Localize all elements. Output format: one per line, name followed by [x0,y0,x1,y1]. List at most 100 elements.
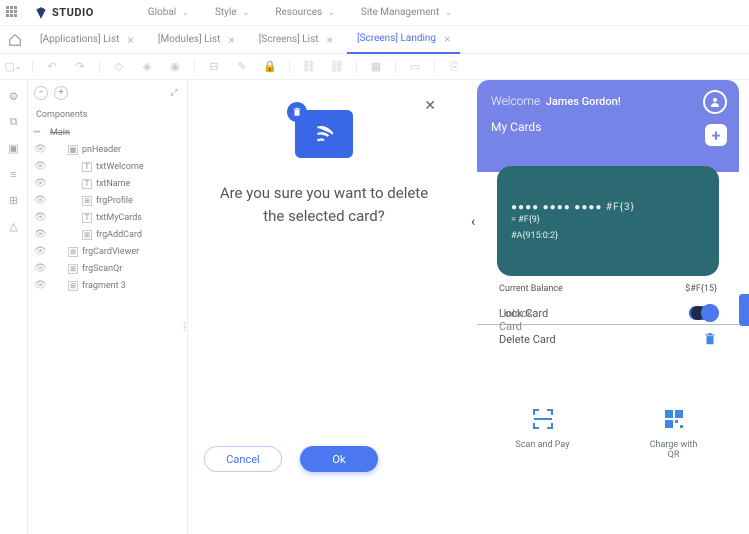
quick-actions: Scan and Pay Charge with QR [477,407,739,460]
toolbar: ▢⌄ ↶ ↷ ◇ ◈ ◉ ⊟ ✎ 🔒 ⛓ ⛓ ▦ ▭ ⎘ [0,54,749,80]
delete-card-label: Delete Card [499,333,556,346]
logo-icon [34,6,48,20]
add-card-button[interactable]: + [705,124,727,146]
menu-resources[interactable]: Resources⌄ [275,7,335,18]
trash-badge-icon [287,102,307,122]
chevron-down-icon: ⌄ [182,8,189,17]
tree-node[interactable]: 👁▦pnHeader [28,141,187,158]
cancel-button[interactable]: Cancel [204,446,282,472]
balance-row: Current Balance $#F{15} [477,276,739,300]
card-carousel: ‹ › ●●●● ●●●● ●●●● #F{3} = #F{9} #A{915:… [477,166,739,276]
app-grip-icon[interactable] [6,6,20,20]
tool-1[interactable]: ◇ [110,58,128,76]
quick-charge-qr[interactable]: Charge with QR [644,407,704,460]
tree-node[interactable]: 👁⊞frgProfile [28,192,187,209]
fullscreen-icon[interactable]: ⤢ [167,86,181,100]
visibility-icon[interactable]: 👁 [34,263,46,274]
node-label: frgProfile [96,196,133,206]
tree-node[interactable]: 👁 ⊞ frgScanQr [28,260,187,277]
profile-avatar[interactable] [703,90,727,114]
carousel-prev[interactable]: ‹ [471,214,475,230]
close-icon[interactable]: × [444,32,450,46]
tab-screens-list[interactable]: [Screens] List× [249,26,343,54]
undo-button[interactable]: ↶ [43,58,61,76]
visibility-icon[interactable]: ━ [34,127,46,138]
visibility-icon[interactable]: 👁 [34,212,46,223]
warnings-icon[interactable]: △ [6,218,22,234]
tool-3[interactable]: ◉ [166,58,184,76]
copy-button[interactable]: ⎘ [445,58,463,76]
tool-2[interactable]: ◈ [138,58,156,76]
delete-button[interactable]: ▭ [406,58,424,76]
ok-button[interactable]: Ok [300,446,378,472]
node-type-icon: T [82,213,92,223]
components-icon[interactable]: ▣ [6,140,22,156]
menu-site-management[interactable]: Site Management⌄ [361,7,452,18]
visibility-icon[interactable]: 👁 [34,280,46,291]
structure-icon[interactable]: ⊞ [6,192,22,208]
link-button[interactable]: ⛓ [300,58,318,76]
tree-node[interactable]: 👁⊞fragment 3 [28,277,187,294]
node-type-icon: T [82,162,92,172]
credit-card[interactable]: ●●●● ●●●● ●●●● #F{3} = #F{9} #A{915:0:2} [497,166,719,276]
app-name: STUDIO [52,6,94,19]
visibility-icon[interactable]: 👁 [34,195,46,206]
visibility-icon[interactable]: 👁 [34,246,46,257]
chevron-down-icon: ⌄ [328,8,335,17]
dialog-message: Are you sure you want to delete the sele… [214,182,434,227]
confirm-dialog: ✕ Are you sure you want to delete the se… [214,110,434,227]
unlink-button[interactable]: ⛓ [328,58,346,76]
collapse-all-button[interactable]: − [34,86,48,100]
grid-button[interactable]: ▦ [367,58,385,76]
tree-node[interactable]: 👁 TtxtMyCards [28,209,187,226]
settings-icon[interactable]: ⚙ [6,88,22,104]
top-bar: STUDIO Global⌄ Style⌄ Resources⌄ Site Ma… [0,0,749,26]
db-icon[interactable]: ≡ [6,166,22,182]
node-type-icon: ⊞ [82,230,92,240]
node-type-icon: ⊞ [68,264,78,274]
dialog-actions: Cancel Ok [204,446,378,472]
close-icon[interactable]: × [127,33,133,47]
layers-icon[interactable]: ⧉ [6,114,22,130]
visibility-icon[interactable]: 👁 [34,161,46,172]
tree-title: Components [28,106,187,124]
drag-handle[interactable]: ⦙⦙ [183,320,184,335]
node-label: fragment 3 [82,281,126,291]
edit-button[interactable]: ✎ [233,58,251,76]
tree-root[interactable]: ━ Main [28,124,187,141]
node-label: txtMyCards [96,213,142,223]
lock-toggle[interactable] [689,306,717,320]
tab-applications-list[interactable]: [Applications] List× [30,26,144,54]
expand-all-button[interactable]: + [54,86,68,100]
visibility-icon[interactable]: 👁 [34,144,46,155]
tab-screens-landing[interactable]: [Screens] Landing× [347,26,461,54]
tree-node[interactable]: 👁⊞frgAddCard [28,226,187,243]
wifi-card-icon [309,121,339,147]
home-button[interactable] [4,29,26,51]
node-label: frgScanQr [82,264,122,274]
node-type-icon: ⊞ [68,247,78,257]
dialog-close-button[interactable]: ✕ [424,98,436,114]
tree-node[interactable]: 👁⊞frgCardViewer [28,243,187,260]
tree-node[interactable]: 👁TtxtWelcome [28,158,187,175]
card-holder: #A{915:0:2} [511,231,705,241]
menu-style[interactable]: Style⌄ [215,7,249,18]
visibility-icon[interactable]: 👁 [34,229,46,240]
lock-button[interactable]: 🔒 [261,58,279,76]
close-icon[interactable]: × [228,33,234,47]
right-panel-handle[interactable] [739,294,749,326]
menu-global[interactable]: Global⌄ [148,7,189,18]
tree-node[interactable]: 👁TtxtName [28,175,187,192]
close-icon[interactable]: × [327,33,333,47]
redo-button[interactable]: ↷ [71,58,89,76]
node-label: pnHeader [82,145,121,155]
scan-icon [531,407,555,431]
tab-modules-list[interactable]: [Modules] List× [148,26,245,54]
visibility-icon[interactable]: 👁 [34,178,46,189]
un-group-button[interactable]: ⊟ [205,58,223,76]
quick-scan-pay[interactable]: Scan and Pay [513,407,573,460]
preview-header: Welcome James Gordon! My Cards + [477,80,739,172]
top-menu: Global⌄ Style⌄ Resources⌄ Site Managemen… [148,7,452,18]
trash-icon[interactable] [703,331,717,347]
save-dropdown[interactable]: ▢⌄ [4,58,22,76]
